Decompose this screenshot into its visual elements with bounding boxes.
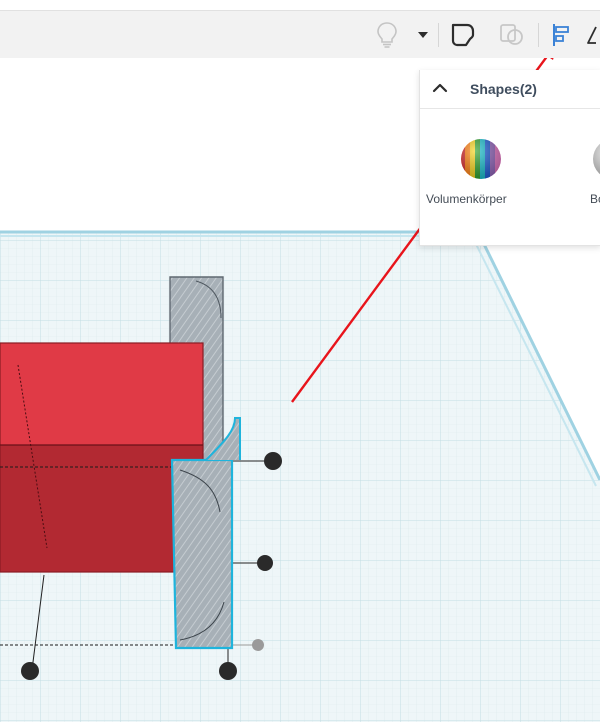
shape-label: Volumenkörper (426, 192, 507, 206)
toolbar-separator (538, 23, 539, 47)
shapes-panel-title: Shapes(2) (470, 81, 537, 97)
rainbow-sphere-icon (461, 139, 501, 179)
lightbulb-icon (377, 21, 397, 48)
mirror-icon (587, 26, 597, 44)
size-handle[interactable] (252, 639, 264, 651)
shape-label: Bo (590, 192, 600, 206)
size-handle[interactable] (257, 555, 273, 571)
group-shape-icon (451, 23, 475, 46)
shapes-panel: Shapes(2) Volumenkörper B (419, 70, 600, 246)
ungroup-shape-icon (500, 23, 523, 45)
shapes-panel-header[interactable]: Shapes(2) (420, 70, 600, 109)
size-handle[interactable] (21, 662, 39, 680)
align-icon (553, 23, 569, 46)
chevron-down-icon (418, 31, 428, 38)
ungroup-button[interactable] (494, 11, 530, 58)
toolbar-separator (438, 23, 439, 47)
hint-button[interactable] (370, 11, 404, 58)
shape-item-volumenkoerper[interactable]: Volumenkörper (426, 136, 540, 206)
gray-sphere-icon (593, 143, 600, 175)
size-handle[interactable] (264, 452, 282, 470)
size-handle[interactable] (219, 662, 237, 680)
window-top-edge (0, 0, 600, 10)
align-button[interactable] (546, 11, 576, 58)
shape-item-partial[interactable]: Bo (586, 136, 600, 206)
panel-count: (2) (519, 81, 537, 97)
panel-title-text: Shapes (470, 81, 520, 97)
group-button[interactable] (446, 11, 480, 58)
toolbar (0, 10, 600, 59)
mirror-button[interactable] (586, 11, 600, 58)
hint-dropdown[interactable] (412, 11, 434, 58)
chevron-up-icon[interactable] (432, 83, 448, 93)
red-box-shape[interactable] (0, 342, 204, 573)
